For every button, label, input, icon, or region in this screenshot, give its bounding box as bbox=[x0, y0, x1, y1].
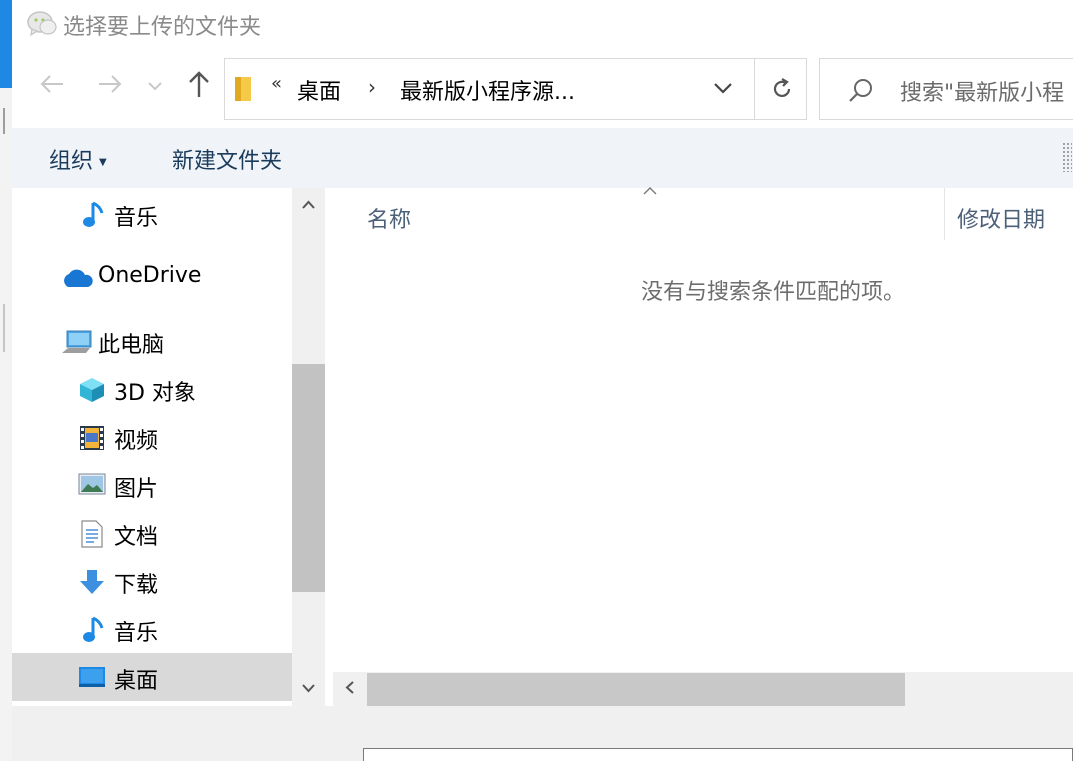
address-history-dropdown[interactable] bbox=[695, 59, 755, 119]
forward-button[interactable] bbox=[97, 72, 123, 102]
file-picker-dialog: 选择要上传的文件夹 « 桌面 › 最新版小程序源... 搜索"最新版小程 组织 … bbox=[12, 0, 1073, 761]
navigation-row: « 桌面 › 最新版小程序源... 搜索"最新版小程 bbox=[12, 48, 1073, 128]
background-window-mark bbox=[3, 304, 5, 352]
folder-name-input[interactable] bbox=[363, 748, 1073, 761]
wechat-icon bbox=[27, 11, 57, 37]
3d-objects-icon bbox=[80, 378, 104, 402]
organize-label: 组织 bbox=[49, 149, 94, 174]
horizontal-scrollbar[interactable] bbox=[333, 672, 1073, 706]
column-header-modified-date[interactable]: 修改日期 bbox=[957, 202, 1045, 234]
window-title: 选择要上传的文件夹 bbox=[63, 15, 262, 40]
up-button[interactable] bbox=[188, 70, 210, 105]
background-window-mark bbox=[3, 108, 5, 134]
nav-item-label: 3D 对象 bbox=[114, 381, 196, 406]
arrow-right-icon bbox=[99, 75, 122, 93]
nav-item-label: 桌面 bbox=[114, 669, 159, 694]
breadcrumb-desktop[interactable]: 桌面 bbox=[297, 74, 341, 106]
nav-item-label: 图片 bbox=[114, 477, 159, 502]
search-placeholder: 搜索"最新版小程 bbox=[900, 81, 1065, 106]
video-icon bbox=[80, 426, 104, 450]
dialog-footer bbox=[12, 706, 1073, 761]
command-bar: 组织 ▼ 新建文件夹 bbox=[12, 128, 1073, 188]
music-icon bbox=[83, 201, 104, 227]
nav-item-this-pc[interactable]: 此电脑 bbox=[12, 317, 292, 365]
nav-item-pictures[interactable]: 图片 bbox=[12, 461, 292, 509]
nav-item-label: OneDrive bbox=[98, 263, 202, 288]
nav-item-label: 音乐 bbox=[114, 621, 159, 646]
caret-down-icon: ▼ bbox=[99, 156, 107, 168]
pictures-icon bbox=[78, 473, 106, 495]
nav-item-3d-objects[interactable]: 3D 对象 bbox=[12, 365, 292, 413]
scrollbar-thumb[interactable] bbox=[292, 364, 325, 592]
search-icon bbox=[849, 79, 872, 102]
background-window-accent bbox=[0, 0, 12, 88]
nav-item-documents[interactable]: 文档 bbox=[12, 509, 292, 557]
nav-item-downloads[interactable]: 下载 bbox=[12, 557, 292, 605]
organize-menu-button[interactable]: 组织 ▼ bbox=[49, 143, 107, 175]
chevron-down-icon bbox=[148, 82, 162, 91]
sort-ascending-icon bbox=[643, 187, 657, 195]
file-list: 名称 修改日期 没有与搜索条件匹配的项。 bbox=[330, 187, 1073, 706]
scroll-left-icon[interactable] bbox=[345, 681, 354, 694]
nav-item-label: 下载 bbox=[114, 573, 159, 598]
nav-item-label: 此电脑 bbox=[98, 333, 165, 358]
toolbar-grip-icon bbox=[1062, 142, 1072, 172]
recent-locations-button[interactable] bbox=[148, 76, 162, 95]
navigation-pane: 音乐 OneDrive 此电脑 3D 对象 视频 图片 文档 下载 音乐 桌面 bbox=[12, 188, 292, 706]
back-button[interactable] bbox=[39, 72, 65, 102]
refresh-icon bbox=[773, 78, 791, 98]
onedrive-icon bbox=[64, 269, 93, 287]
arrow-left-icon bbox=[40, 75, 63, 93]
breadcrumb-current-folder[interactable]: 最新版小程序源... bbox=[400, 74, 575, 106]
column-header-name[interactable]: 名称 bbox=[367, 202, 411, 234]
title-bar: 选择要上传的文件夹 bbox=[12, 0, 1073, 48]
scroll-down-icon[interactable] bbox=[302, 684, 315, 693]
nav-item-music-top[interactable]: 音乐 bbox=[12, 190, 292, 238]
nav-item-music[interactable]: 音乐 bbox=[12, 605, 292, 653]
refresh-button[interactable] bbox=[754, 59, 807, 119]
documents-icon bbox=[81, 520, 103, 548]
desktop-icon bbox=[79, 667, 105, 687]
column-divider[interactable] bbox=[944, 188, 945, 240]
nav-item-onedrive[interactable]: OneDrive bbox=[12, 253, 292, 301]
arrow-up-icon bbox=[189, 71, 209, 97]
nav-item-label: 视频 bbox=[114, 429, 159, 454]
empty-result-message: 没有与搜索条件匹配的项。 bbox=[641, 280, 906, 305]
nav-item-desktop[interactable]: 桌面 bbox=[12, 653, 292, 701]
nav-item-videos[interactable]: 视频 bbox=[12, 413, 292, 461]
chevron-down-icon bbox=[714, 83, 732, 94]
horizontal-scrollbar-thumb[interactable] bbox=[367, 673, 905, 706]
nav-item-label: 文档 bbox=[114, 525, 159, 550]
navigation-pane-scrollbar[interactable] bbox=[292, 188, 325, 706]
scroll-up-icon[interactable] bbox=[302, 200, 315, 209]
computer-icon bbox=[62, 330, 92, 353]
new-folder-button[interactable]: 新建文件夹 bbox=[172, 143, 282, 175]
overflow-chevron[interactable]: « bbox=[271, 73, 282, 94]
nav-item-label: 音乐 bbox=[114, 206, 159, 231]
search-input[interactable]: 搜索"最新版小程 bbox=[819, 58, 1073, 120]
address-bar[interactable]: « 桌面 › 最新版小程序源... bbox=[224, 58, 807, 120]
downloads-icon bbox=[80, 570, 104, 594]
music-icon bbox=[83, 616, 104, 642]
background-window-edge bbox=[0, 0, 12, 761]
breadcrumb-separator[interactable]: › bbox=[368, 75, 376, 99]
folder-icon bbox=[235, 77, 251, 101]
